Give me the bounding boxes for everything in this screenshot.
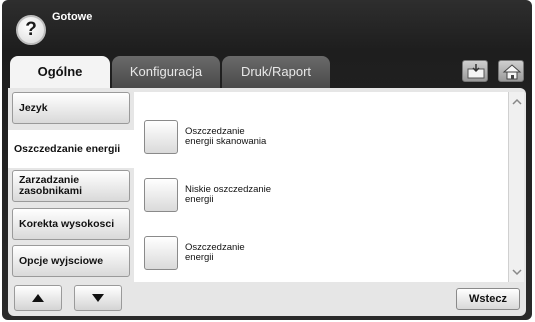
home-icon xyxy=(502,64,522,80)
tab-print-report[interactable]: Druk/Raport xyxy=(222,56,330,88)
option-button[interactable] xyxy=(144,120,178,154)
menu-item-label: Zarzadzanie zasobnikami xyxy=(19,174,83,197)
triangle-down-icon xyxy=(92,294,104,302)
status-text: Gotowe xyxy=(52,11,93,23)
option-button[interactable] xyxy=(144,236,178,270)
menu-scroll-down-button[interactable] xyxy=(74,285,122,311)
menu-item-output-options[interactable]: Opcje wyjsciowe xyxy=(12,245,130,277)
menu-item-altitude-adjustment[interactable]: Korekta wysokosci xyxy=(12,208,130,240)
back-button[interactable]: Wstecz xyxy=(456,288,520,310)
chevron-down-icon[interactable] xyxy=(511,266,523,278)
tab-configuration[interactable]: Konfiguracja xyxy=(112,56,220,88)
option-button[interactable] xyxy=(144,178,178,212)
status-bar: ? Gotowe xyxy=(2,0,532,50)
option-label: Oszczedzanie energii xyxy=(185,242,245,263)
option-energy-saving[interactable]: Oszczedzanie energii xyxy=(144,236,275,270)
content-scrollbar[interactable] xyxy=(508,92,524,282)
menu-item-language[interactable]: Jezyk xyxy=(12,92,130,124)
tab-general[interactable]: Ogólne xyxy=(10,56,110,92)
triangle-up-icon xyxy=(32,294,44,302)
menu-item-energy-saving[interactable]: Oszczedzanie energii xyxy=(8,130,134,168)
menu-scroll-up-button[interactable] xyxy=(14,285,62,311)
option-low-energy-saving[interactable]: Niskie oszczedzanie energii xyxy=(144,178,275,212)
option-label: Oszczedzanie energii skanowania xyxy=(185,126,267,147)
options-area: Oszczedzanie energii skanowania Niskie o… xyxy=(134,92,508,282)
option-scan-energy-saving[interactable]: Oszczedzanie energii skanowania xyxy=(144,120,275,154)
help-button[interactable]: ? xyxy=(16,15,46,45)
menu-item-label: Korekta wysokosci xyxy=(19,217,115,230)
home-button[interactable] xyxy=(498,60,524,82)
menu-item-label: Jezyk xyxy=(19,101,48,114)
job-status-icon xyxy=(467,64,485,79)
settings-panel: Jezyk Oszczedzanie energii Zarzadzanie z… xyxy=(8,88,526,316)
option-label: Niskie oszczedzanie energii xyxy=(185,184,272,205)
menu-item-label: Opcje wyjsciowe xyxy=(19,254,104,267)
menu-item-tray-management[interactable]: Zarzadzanie zasobnikami xyxy=(12,170,130,202)
job-status-button[interactable] xyxy=(462,60,488,82)
menu-item-label: Oszczedzanie energii xyxy=(14,142,121,155)
chevron-up-icon[interactable] xyxy=(511,96,523,108)
device-screen: ? Gotowe Ogólne Konfiguracja Druk/Raport… xyxy=(2,0,532,320)
